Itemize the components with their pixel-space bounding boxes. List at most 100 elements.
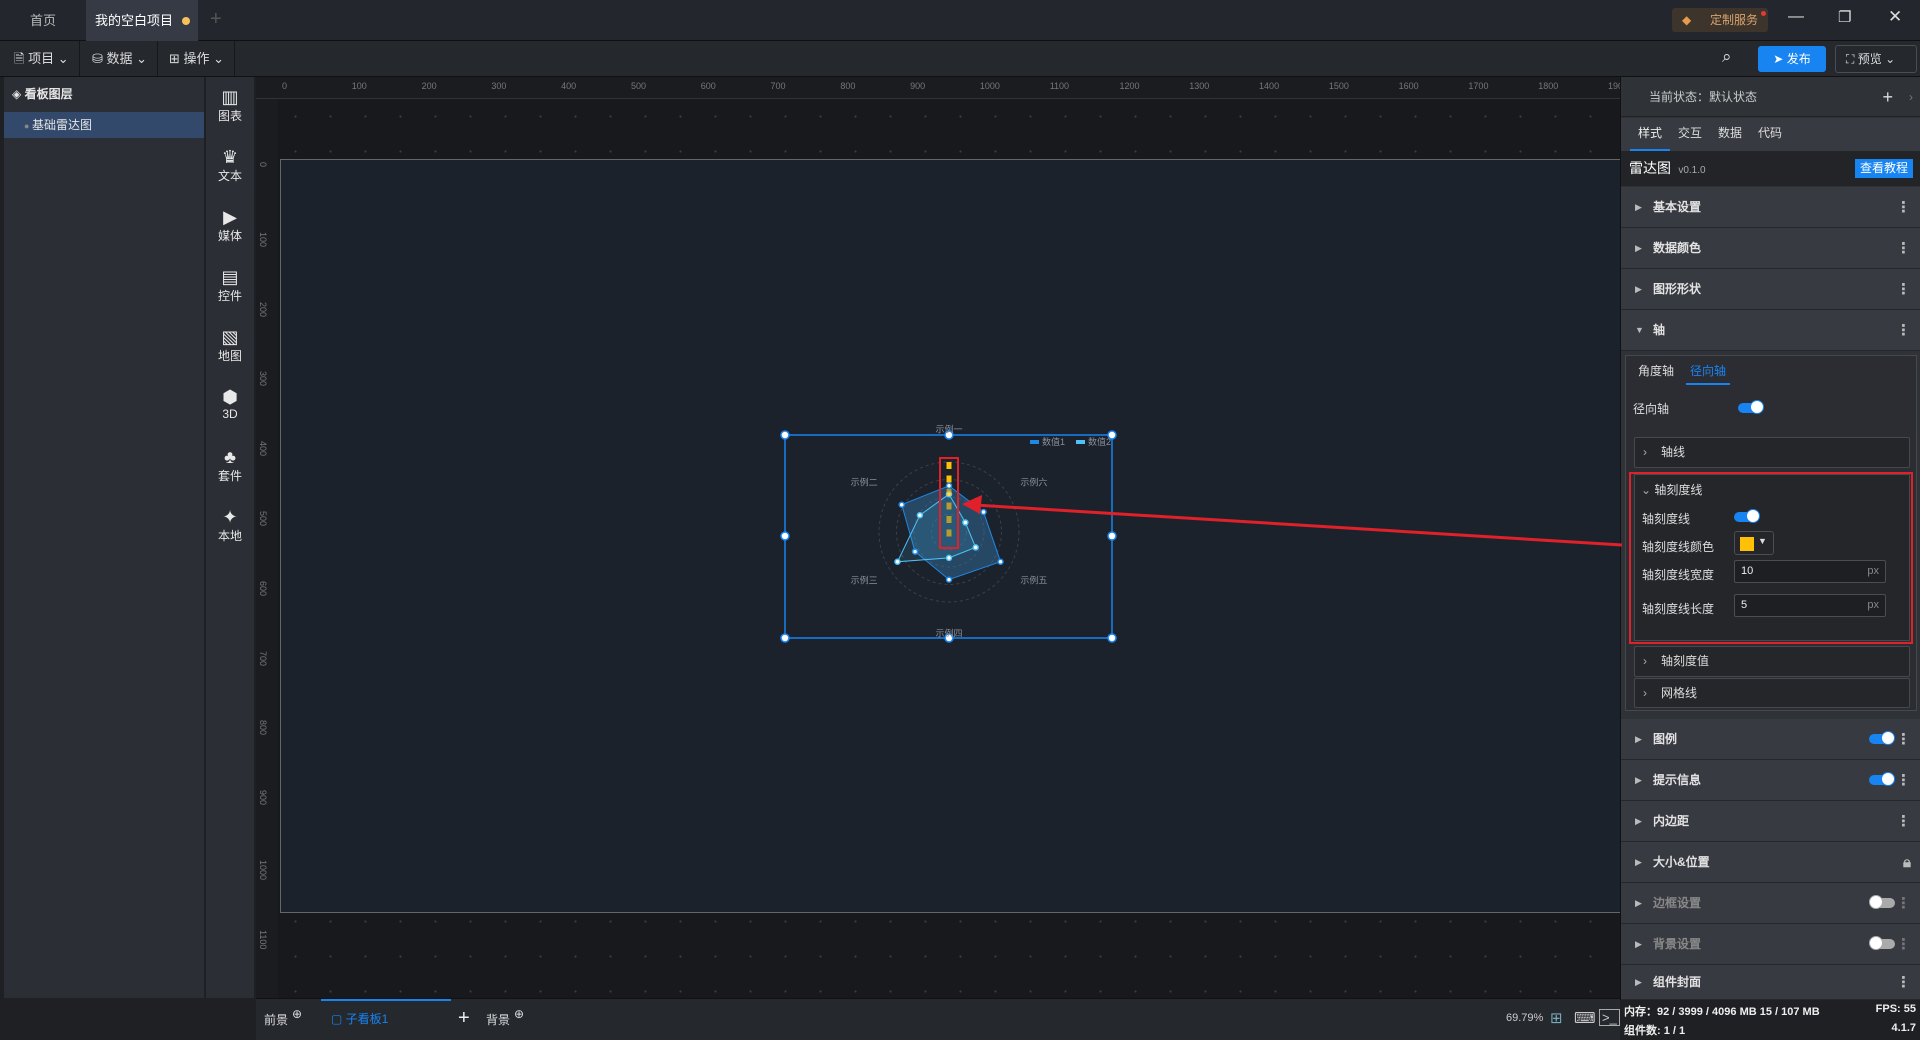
tooltip-toggle[interactable] xyxy=(1869,772,1895,786)
foreground-tab[interactable]: 前景 ⊕ xyxy=(264,1007,302,1028)
lock-icon[interactable]: 🔒︎ xyxy=(1903,842,1911,883)
close-button[interactable]: ✕ xyxy=(1888,7,1902,27)
category-text[interactable]: ♛ 文本 xyxy=(206,147,254,184)
category-map[interactable]: ▧ 地图 xyxy=(206,327,254,364)
more-icon[interactable]: ⋮ xyxy=(1896,924,1911,965)
tick-line-title: 轴刻度线 xyxy=(1654,483,1703,497)
category-media[interactable]: ▶ 媒体 xyxy=(206,207,254,244)
category-suite[interactable]: ♣ 套件 xyxy=(206,447,254,484)
section-background[interactable]: ▶ 背景设置 ⋮ xyxy=(1621,924,1920,965)
category-label: 媒体 xyxy=(217,229,242,243)
section-label: 基本设置 xyxy=(1653,200,1702,214)
category-chart[interactable]: ▥ 图表 xyxy=(206,87,254,124)
keyboard-icon[interactable]: ⌨ xyxy=(1574,1009,1596,1027)
section-label: 大小&位置 xyxy=(1653,855,1710,869)
more-icon[interactable]: ⋮ xyxy=(1896,719,1911,760)
subboard-tab[interactable]: ▢ 子看板1 xyxy=(321,999,451,1040)
canvas[interactable]: 示例一 示例二 示例三 示例四 示例五 示例六 数值1 数值2 xyxy=(278,99,1620,998)
more-icon[interactable]: ⋮ xyxy=(1896,760,1911,801)
tick-width-input[interactable]: 10 px xyxy=(1734,560,1886,583)
tab-style[interactable]: 样式 xyxy=(1630,118,1670,151)
tab-angle-axis[interactable]: 角度轴 xyxy=(1638,362,1674,379)
category-3d[interactable]: ⬢ 3D xyxy=(206,387,254,421)
search-icon[interactable]: ⌕ xyxy=(1722,47,1732,67)
restore-button[interactable]: ❐ xyxy=(1838,8,1851,26)
section-tooltip[interactable]: ▶ 提示信息 ⋮ xyxy=(1621,760,1920,801)
publish-button[interactable]: ➤ 发布 xyxy=(1758,46,1826,72)
tutorial-button[interactable]: 查看教程 xyxy=(1854,159,1913,178)
tick-line-header[interactable]: ⌄ 轴刻度线 xyxy=(1641,481,1702,498)
section-shape[interactable]: ▶ 图形形状 ⋮ xyxy=(1621,269,1920,310)
radial-axis-toggle[interactable] xyxy=(1738,400,1764,414)
section-label: 组件封面 xyxy=(1653,975,1702,989)
grid-icon: ⊞ xyxy=(169,51,184,66)
ruler-label: 1700 xyxy=(1468,81,1489,91)
caret-right-icon: ▶ xyxy=(1635,775,1642,785)
property-panel: 当前状态：默认状态 + › 样式 交互 数据 代码 雷达图 v0.1.0 查看教… xyxy=(1620,77,1920,1000)
ruler-label: 1600 xyxy=(1398,81,1419,91)
add-subboard-button[interactable]: + xyxy=(458,1007,470,1030)
sub-tick-label[interactable]: › 轴刻度值 xyxy=(1634,646,1910,677)
tick-color-picker[interactable]: ▼ xyxy=(1734,531,1774,555)
layers-title-text: 看板图层 xyxy=(24,87,73,101)
background-toggle[interactable] xyxy=(1869,936,1895,950)
terminal-icon[interactable]: >_ xyxy=(1599,1009,1620,1026)
layers-icon: ◈ xyxy=(12,87,25,101)
more-icon[interactable]: ⋮ xyxy=(1896,187,1911,228)
sub-grid-line[interactable]: › 网格线 xyxy=(1634,678,1910,708)
background-tab[interactable]: 背景 ⊕ xyxy=(486,1007,524,1028)
section-basic[interactable]: ▶ 基本设置 ⋮ xyxy=(1621,187,1920,228)
add-circle-icon[interactable]: ⊕ xyxy=(514,1007,524,1021)
more-icon[interactable]: ⋮ xyxy=(1896,883,1911,924)
indicator-label: 示例一 xyxy=(935,423,962,434)
legend-toggle[interactable] xyxy=(1869,731,1895,745)
caret-right-icon: ▶ xyxy=(1635,202,1642,212)
tick-length-input[interactable]: 5 px xyxy=(1734,594,1886,617)
add-circle-icon[interactable]: ⊕ xyxy=(292,1007,302,1021)
data-point xyxy=(916,511,924,519)
current-state[interactable]: 当前状态：默认状态 xyxy=(1649,90,1757,104)
section-axis[interactable]: ▼ 轴 ⋮ xyxy=(1621,310,1920,351)
tab-home[interactable]: 首页 xyxy=(0,0,86,41)
layer-item[interactable]: ● 基础雷达图 xyxy=(4,112,204,138)
publish-label: 发布 xyxy=(1786,52,1811,66)
add-state-button[interactable]: + xyxy=(1882,77,1893,117)
add-tab-button[interactable]: + xyxy=(210,8,222,31)
project-menu[interactable]: 🗎 项目 ⌄ xyxy=(4,41,80,76)
more-icon[interactable]: ⋮ xyxy=(1896,228,1911,269)
tab-code[interactable]: 代码 xyxy=(1750,118,1790,148)
tick-width-value: 10 xyxy=(1741,565,1754,577)
minimize-button[interactable]: — xyxy=(1788,8,1804,26)
custom-service-button[interactable]: ◆ 定制服务 xyxy=(1672,8,1768,32)
more-icon[interactable]: ⋮ xyxy=(1896,310,1911,351)
section-padding[interactable]: ▶ 内边距 ⋮ xyxy=(1621,801,1920,842)
sub-label: 轴线 xyxy=(1661,445,1686,459)
border-toggle[interactable] xyxy=(1869,895,1895,909)
caret-right-icon: ▶ xyxy=(1635,898,1642,908)
unsaved-dot xyxy=(182,17,190,25)
data-menu-label: 数据 xyxy=(106,51,133,66)
section-border[interactable]: ▶ 边框设置 ⋮ xyxy=(1621,883,1920,924)
data-point xyxy=(945,482,953,490)
more-icon[interactable]: ⋮ xyxy=(1896,269,1911,310)
section-data-color[interactable]: ▶ 数据颜色 ⋮ xyxy=(1621,228,1920,269)
sub-axis-line[interactable]: › 轴线 xyxy=(1634,437,1910,468)
more-icon[interactable]: ⋮ xyxy=(1896,965,1911,1000)
tab-radial-axis[interactable]: 径向轴 xyxy=(1686,362,1731,385)
operate-menu[interactable]: ⊞ 操作 ⌄ xyxy=(159,41,236,76)
state-row: 当前状态：默认状态 + › xyxy=(1621,77,1920,117)
tick-line-toggle[interactable] xyxy=(1734,509,1760,523)
category-widget[interactable]: ▤ 控件 xyxy=(206,267,254,304)
section-cover[interactable]: ▶ 组件封面 ⋮ xyxy=(1621,965,1920,1000)
category-local[interactable]: ✦ 本地 xyxy=(206,507,254,544)
preview-button[interactable]: ⛶ 预览 ⌄ xyxy=(1835,45,1917,73)
ruler-label: 600 xyxy=(700,81,716,91)
chevron-right-icon[interactable]: › xyxy=(1909,77,1913,117)
tab-interaction[interactable]: 交互 xyxy=(1670,118,1710,148)
more-icon[interactable]: ⋮ xyxy=(1896,801,1911,842)
fit-screen-icon[interactable]: ⊞ xyxy=(1550,1009,1563,1027)
data-menu[interactable]: ⛁ 数据 ⌄ xyxy=(82,41,159,76)
tab-data[interactable]: 数据 xyxy=(1710,118,1750,148)
section-legend[interactable]: ▶ 图例 ⋮ xyxy=(1621,719,1920,760)
section-size-position[interactable]: ▶ 大小&位置 🔒︎ xyxy=(1621,842,1920,883)
